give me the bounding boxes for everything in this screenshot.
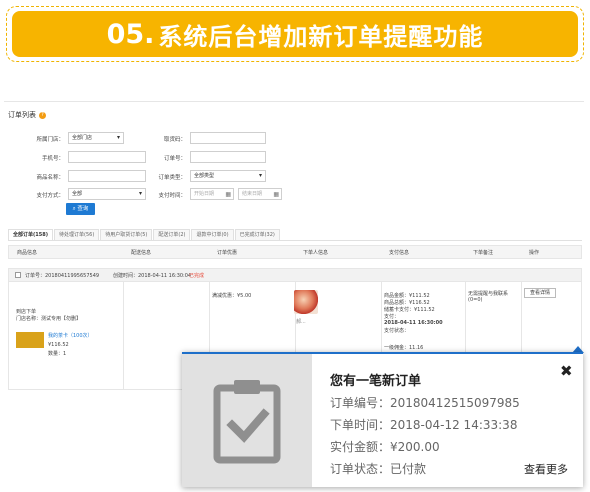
discount-info: 满减优惠：¥5.00 — [212, 293, 252, 299]
store-label: 所属门店： — [36, 137, 64, 143]
close-icon[interactable]: ✖ — [560, 364, 573, 379]
product-name-label: 商品名称： — [36, 175, 64, 181]
feature-banner: 05. 系统后台增加新订单提醒功能 — [12, 11, 578, 57]
notification-title: 您有一笔新订单 — [330, 374, 422, 389]
banner-number: 05. — [106, 18, 155, 50]
view-detail-button[interactable]: 查看详情 — [524, 288, 556, 298]
order-header-row: 订单号：20180411995657549 创建时间：2018-04-11 16… — [8, 268, 582, 282]
pickup-code-input[interactable] — [190, 132, 266, 144]
start-date-input[interactable]: 开始日期 ▦ — [190, 188, 234, 200]
order-remark: 无需提醒与我联系(0=0) — [468, 291, 509, 303]
product-quantity: 数量：1 — [48, 351, 67, 357]
tab-awaiting-pickup[interactable]: 待用户取货订单(5) — [100, 229, 153, 240]
new-order-notification: 您有一笔新订单 ✖ 订单编号：20180412515097985 下单时间：20… — [182, 352, 583, 487]
column-header: 支付信息 — [389, 250, 410, 256]
order-no-label: 订单号： — [163, 156, 186, 162]
card-pay: 储蓄卡支付：¥111.52 — [384, 307, 435, 313]
customer-avatar — [294, 290, 318, 314]
product-thumbnail — [16, 332, 44, 348]
tab-completed[interactable]: 已完成订单(32) — [234, 229, 280, 240]
end-date-input[interactable]: 结束日期 ▦ — [238, 188, 282, 200]
table-header: 商品信息 配送信息 订单优惠 下单人信息 支付信息 下单备注 操作 — [8, 245, 582, 259]
payment-method-select[interactable]: 全部 — [68, 188, 146, 200]
order-created-time: 创建时间：2018-04-11 16:30:04 — [113, 273, 192, 279]
order-checkbox[interactable] — [15, 272, 21, 278]
commission: 一级佣金：11.16 — [384, 345, 424, 351]
product-name-input[interactable] — [68, 170, 146, 182]
help-icon[interactable]: ? — [39, 111, 46, 119]
order-type-label: 订单类型： — [158, 175, 186, 181]
goods-amount: 商品总额：¥116.52 — [384, 300, 430, 306]
payment-time-label: 支付时间： — [158, 193, 186, 199]
calendar-icon: ▦ — [225, 191, 231, 198]
order-type-select[interactable]: 全部类型 — [190, 170, 266, 182]
product-price: ¥116.52 — [48, 342, 69, 348]
phone-label: 手机号： — [41, 156, 64, 162]
notification-order-time: 下单时间：2018-04-12 14:33:38 — [330, 418, 518, 432]
tab-refunding[interactable]: 退款中订单(0) — [191, 229, 234, 240]
column-header: 下单备注 — [473, 250, 494, 256]
store-select[interactable]: 全部门店 — [68, 132, 124, 144]
notification-order-no: 订单编号：20180412515097985 — [330, 396, 520, 410]
banner-title: 系统后台增加新订单提醒功能 — [158, 22, 484, 51]
notification-paid-amount: 实付金额：¥200.00 — [330, 440, 440, 454]
column-header: 商品信息 — [17, 250, 38, 256]
page-title: 订单列表? — [8, 110, 46, 120]
pickup-code-label: 取货码： — [163, 137, 186, 143]
store-name: 门店名称：测试专用【勿删】 — [16, 316, 82, 322]
pay-total: 商品金额：¥111.52 — [384, 293, 430, 299]
search-button[interactable]: ⌕ 查询 — [66, 203, 95, 215]
payment-method-label: 支付方式： — [36, 193, 64, 199]
column-header: 订单优惠 — [217, 250, 238, 256]
column-header: 下单人信息 — [303, 250, 329, 256]
clipboard-check-icon — [213, 380, 281, 464]
calendar-icon: ▦ — [273, 191, 279, 198]
notification-status: 订单状态：已付款 — [330, 462, 427, 476]
order-number: 订单号：20180411995657549 — [25, 273, 100, 279]
column-header: 操作 — [529, 250, 540, 256]
pay-time: 2018-04-11 16:30:00 — [384, 320, 443, 326]
column-header: 配送信息 — [131, 250, 152, 256]
tab-all-orders[interactable]: 全部订单(158) — [8, 229, 54, 240]
clipboard-icon-box — [182, 354, 312, 487]
pay-amount: 支付： — [384, 314, 400, 320]
status-badge: 已完成 — [189, 273, 205, 279]
view-more-link[interactable]: 查看更多 — [524, 461, 568, 477]
pay-status: 支付状态： — [384, 328, 410, 334]
order-no-input[interactable] — [190, 151, 266, 163]
order-list-panel: 订单列表? 所属门店： 全部门店 取货码： 手机号： 订单号： 商品名称： 订单… — [4, 101, 584, 391]
order-tabs: 全部订单(158) 待处理订单(56) 待用户取货订单(5) 配送订单(2) 退… — [8, 229, 582, 241]
pickup-type: 到店下单 — [16, 309, 37, 315]
tab-delivery[interactable]: 配送订单(2) — [153, 229, 191, 240]
phone-input[interactable] — [68, 151, 146, 163]
product-link[interactable]: 我的茶卡（100次） — [48, 332, 93, 339]
customer-name: 郝... — [296, 319, 306, 325]
tab-pending[interactable]: 待处理订单(56) — [54, 229, 100, 240]
